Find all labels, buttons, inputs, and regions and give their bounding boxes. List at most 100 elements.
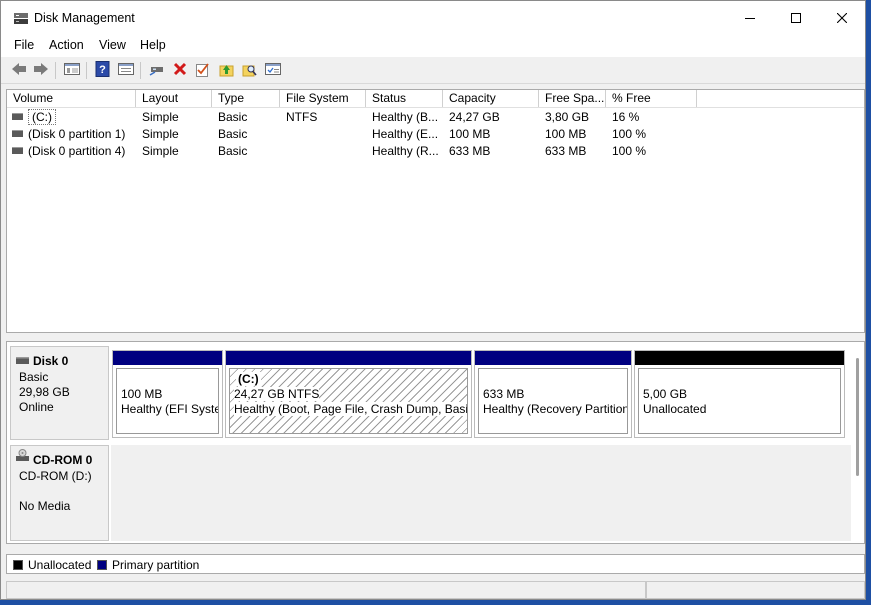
partition-status: Unallocated <box>643 402 707 416</box>
partition-body: 5,00 GB Unallocated <box>638 368 841 434</box>
drive-icon <box>12 130 23 138</box>
search-button[interactable] <box>240 61 259 80</box>
properties-view-button[interactable] <box>116 61 135 80</box>
disk-drive-icon <box>16 354 29 368</box>
volume-name-cell: (Disk 0 partition 1) <box>12 126 125 143</box>
vertical-scrollbar[interactable] <box>852 342 864 543</box>
partition-c-drive[interactable]: (C:) 24,27 GB NTFS Healthy (Boot, Page F… <box>225 350 472 438</box>
window-title: Disk Management <box>34 11 135 25</box>
legend-label-primary: Primary partition <box>112 558 200 572</box>
partition-status: Healthy (EFI System Partition) <box>121 402 218 416</box>
column-header-capacity[interactable]: Capacity <box>443 90 539 107</box>
menu-file[interactable]: File <box>14 38 34 52</box>
column-header-type[interactable]: Type <box>212 90 280 107</box>
volume-free-space: 100 MB <box>545 127 587 141</box>
folder-search-icon <box>242 62 257 80</box>
volume-list: Volume Layout Type File System Status Ca… <box>6 89 865 333</box>
check-button[interactable] <box>193 61 212 80</box>
volume-file-system: NTFS <box>286 110 318 124</box>
volume-row[interactable]: (C:) Simple Basic NTFS Healthy (B... 24,… <box>7 109 864 126</box>
status-bar-pane <box>646 581 865 599</box>
column-header-status[interactable]: Status <box>366 90 443 107</box>
status-bar <box>6 581 865 599</box>
primary-partition-bar <box>226 351 471 365</box>
partition-size: 5,00 GB <box>643 387 688 401</box>
column-header-layout[interactable]: Layout <box>136 90 212 107</box>
help-button[interactable]: ? <box>93 61 112 80</box>
column-header-file-system[interactable]: File System <box>280 90 366 107</box>
maximize-icon <box>791 10 801 26</box>
disk-name: Disk 0 <box>33 354 69 368</box>
unallocated-bar <box>635 351 844 365</box>
partition-efi[interactable]: 100 MB Healthy (EFI System Partition) <box>112 350 223 438</box>
minimize-button[interactable] <box>727 1 773 35</box>
menu-help[interactable]: Help <box>140 38 166 52</box>
column-header-percent-free[interactable]: % Free <box>606 90 697 107</box>
close-button[interactable] <box>819 1 865 35</box>
volume-type: Basic <box>218 144 248 158</box>
disk-size: 29,98 GB <box>19 385 70 399</box>
volume-name-cell: (C:) <box>12 109 56 126</box>
disk-graphical-view: Disk 0 Basic 29,98 GB Online 100 MB Heal… <box>6 341 865 544</box>
partition-body: 633 MB Healthy (Recovery Partition) <box>478 368 628 434</box>
legend-bar: Unallocated Primary partition <box>6 554 865 574</box>
volume-percent-free: 16 % <box>612 110 640 124</box>
forward-button[interactable] <box>31 61 50 80</box>
show-hide-console-tree-button[interactable] <box>62 61 81 80</box>
export-button[interactable] <box>217 61 236 80</box>
legend-swatch-primary <box>97 560 107 570</box>
volume-free-space: 3,80 GB <box>545 110 590 124</box>
connect-drive-button[interactable] <box>147 61 166 80</box>
forward-arrow-icon <box>33 62 49 79</box>
disk-state: Online <box>19 400 54 414</box>
volume-percent-free: 100 % <box>612 127 647 141</box>
disk-state: No Media <box>19 499 71 513</box>
disk-management-app-icon <box>13 12 29 25</box>
volume-layout: Simple <box>142 144 179 158</box>
volume-type: Basic <box>218 110 248 124</box>
partition-unallocated[interactable]: 5,00 GB Unallocated <box>634 350 845 438</box>
disk-management-window: Disk Management File Action View Help ? <box>0 0 866 600</box>
volume-capacity: 24,27 GB <box>449 110 500 124</box>
volume-status: Healthy (R... <box>372 144 439 158</box>
pane-splitter[interactable] <box>6 333 865 341</box>
properties-sheet-icon <box>264 62 281 79</box>
volume-name: (Disk 0 partition 1) <box>28 127 126 141</box>
column-header-volume[interactable]: Volume <box>7 90 136 107</box>
volume-row[interactable]: (Disk 0 partition 4) Simple Basic Health… <box>7 143 864 160</box>
partition-status: Healthy (Recovery Partition) <box>483 402 628 416</box>
column-header-free-space[interactable]: Free Spa... <box>539 90 606 107</box>
menu-view[interactable]: View <box>99 38 126 52</box>
volume-name: (Disk 0 partition 4) <box>28 144 126 158</box>
cdrom-media-area[interactable] <box>111 445 851 541</box>
window-view-icon <box>117 62 134 79</box>
help-book-icon: ? <box>95 61 110 80</box>
volume-free-space: 633 MB <box>545 144 587 158</box>
toolbar-separator <box>86 62 87 79</box>
primary-partition-bar <box>475 351 631 365</box>
partition-size: 100 MB <box>121 387 163 401</box>
disk-0-label[interactable]: Disk 0 Basic 29,98 GB Online <box>10 346 109 440</box>
volume-name: (C:) <box>28 109 56 125</box>
delete-x-icon <box>173 62 187 79</box>
volume-layout: Simple <box>142 110 179 124</box>
cdrom-0-label[interactable]: CD-ROM 0 CD-ROM (D:) No Media <box>10 445 109 541</box>
volume-status: Healthy (B... <box>372 110 439 124</box>
cd-drive-icon <box>16 449 29 465</box>
volume-row[interactable]: (Disk 0 partition 1) Simple Basic Health… <box>7 126 864 143</box>
maximize-button[interactable] <box>773 1 819 35</box>
delete-button[interactable] <box>170 61 189 80</box>
menu-bar: File Action View Help <box>1 35 865 57</box>
checklist-icon <box>195 62 210 80</box>
drive-icon <box>12 113 23 121</box>
title-bar[interactable]: Disk Management <box>1 1 865 35</box>
menu-action[interactable]: Action <box>49 38 84 52</box>
primary-partition-bar <box>113 351 222 365</box>
properties-button[interactable] <box>263 61 282 80</box>
partition-size: 633 MB <box>483 387 525 401</box>
back-button[interactable] <box>9 61 28 80</box>
legend-label-unallocated: Unallocated <box>28 558 92 572</box>
volume-capacity: 633 MB <box>449 144 491 158</box>
scrollbar-thumb[interactable] <box>856 358 859 476</box>
partition-recovery[interactable]: 633 MB Healthy (Recovery Partition) <box>474 350 632 438</box>
